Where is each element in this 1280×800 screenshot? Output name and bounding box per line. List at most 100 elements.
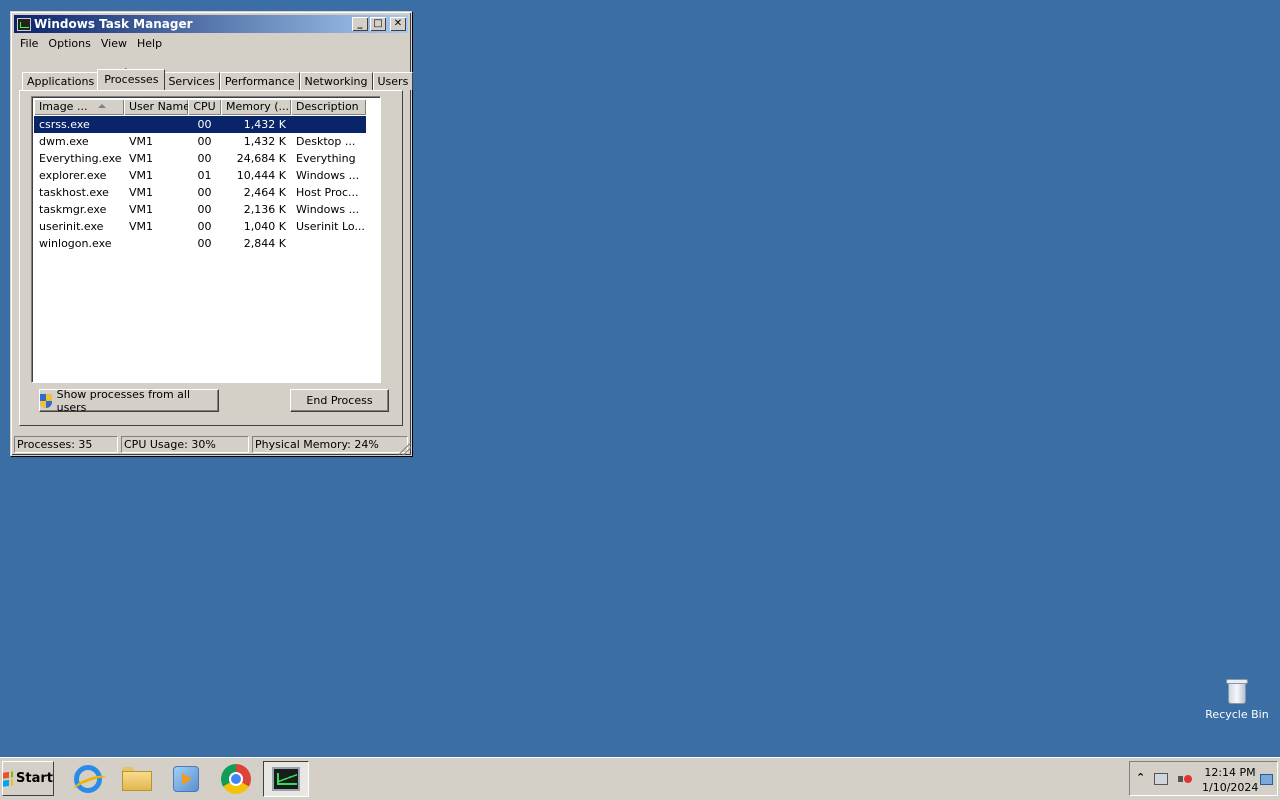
taskbar-file-explorer[interactable] [114,761,160,797]
tab-networking[interactable]: Networking [299,72,373,90]
title-bar[interactable]: Windows Task Manager _ □ ✕ [14,15,408,33]
cell-description: Userinit Lo... [296,220,365,233]
chrome-icon [221,764,251,794]
taskbar: Start ⌃ 12:14 PM 1/10/2024 [0,757,1280,800]
cell-description: Windows ... [296,203,360,216]
system-tray: ⌃ 12:14 PM 1/10/2024 [1129,761,1278,796]
taskbar-chrome[interactable] [213,761,259,797]
cell-memory: 1,040 K [243,220,286,233]
cell-memory: 10,444 K [236,169,286,182]
cell-cpu: 00 [197,203,212,216]
cell-user [124,116,188,133]
tab-users[interactable]: Users [372,72,414,90]
cell-memory: 24,684 K [236,152,286,165]
cell-description [291,235,366,252]
menu-bar: File Options View Help [15,34,167,52]
cell-image: csrss.exe [39,118,90,131]
column-memory[interactable]: Memory (... [221,99,291,115]
table-row[interactable]: taskhost.exe VM1 00 2,464 K Host Proc... [34,184,366,201]
cell-memory: 2,844 K [243,237,286,250]
window-title: Windows Task Manager [34,17,193,31]
show-all-processes-label: Show processes from all users [56,387,191,414]
tab-strip: Applications Processes Services Performa… [22,69,414,91]
minimize-button[interactable]: _ [352,17,368,31]
tab-performance[interactable]: Performance [219,72,300,90]
cell-user: VM1 [129,186,154,199]
cell-cpu: 00 [197,237,212,250]
recycle-bin-label: Recycle Bin [1205,708,1269,721]
menu-options[interactable]: Options [43,37,95,50]
cell-description [291,116,366,133]
column-image-name[interactable]: Image ... [34,99,124,115]
cell-memory: 2,136 K [243,203,286,216]
internet-explorer-icon [74,765,102,793]
cell-image: dwm.exe [39,135,89,148]
clock[interactable]: 12:14 PM 1/10/2024 [1202,765,1258,795]
column-user-name[interactable]: User Name [124,99,188,115]
cell-description: Windows ... [296,169,360,182]
close-button[interactable]: ✕ [390,17,406,31]
cell-user: VM1 [129,220,154,233]
table-row[interactable]: userinit.exe VM1 00 1,040 K Userinit Lo.… [34,218,366,235]
table-row[interactable]: taskmgr.exe VM1 00 2,136 K Windows ... [34,201,366,218]
process-list-header: Image ... User Name CPU Memory (... Desc… [34,99,366,115]
network-icon[interactable] [1154,773,1168,785]
cell-user: VM1 [129,203,154,216]
end-process-button[interactable]: End Process [290,389,389,412]
cell-image: winlogon.exe [39,237,112,250]
menu-file[interactable]: File [15,37,43,50]
tab-applications[interactable]: Applications [22,72,100,90]
cell-user: VM1 [129,169,154,182]
clock-time: 12:14 PM [1204,766,1256,779]
recycle-bin[interactable]: Recycle Bin [1201,678,1273,721]
task-manager-window: Windows Task Manager _ □ ✕ File Options … [10,11,414,456]
cell-memory: 1,432 K [243,118,286,131]
sort-ascending-icon [98,104,106,108]
table-row[interactable]: dwm.exe VM1 00 1,432 K Desktop ... [34,133,366,150]
cell-memory: 2,464 K [243,186,286,199]
resize-grip-icon[interactable] [399,443,411,455]
task-manager-icon [272,767,300,791]
menu-view[interactable]: View [96,37,132,50]
column-image-name-label: Image ... [39,100,88,113]
taskbar-media-player[interactable] [163,761,209,797]
cell-user: VM1 [129,152,154,165]
task-manager-icon [17,17,31,31]
start-button[interactable]: Start [2,761,54,796]
cell-user: VM1 [129,135,154,148]
media-player-icon [173,766,199,792]
menu-help[interactable]: Help [132,37,167,50]
status-physical-memory: Physical Memory: 24% [252,436,408,453]
cell-cpu: 00 [197,118,212,131]
maximize-button[interactable]: □ [370,17,386,31]
status-processes: Processes: 35 [14,436,118,453]
clock-date: 1/10/2024 [1202,781,1259,794]
taskbar-internet-explorer[interactable] [65,761,111,797]
cell-image: userinit.exe [39,220,104,233]
table-row[interactable]: csrss.exe 00 1,432 K [34,116,366,133]
cell-description: Desktop ... [296,135,356,148]
taskbar-task-manager[interactable] [263,761,309,797]
show-hidden-icons-icon[interactable]: ⌃ [1136,771,1145,784]
column-cpu[interactable]: CPU [188,99,221,115]
recycle-bin-icon [1226,678,1248,704]
cell-image: explorer.exe [39,169,107,182]
tab-services[interactable]: Services [163,72,220,90]
table-row[interactable]: winlogon.exe 00 2,844 K [34,235,366,252]
start-label: Start [16,771,53,786]
process-list[interactable]: Image ... User Name CPU Memory (... Desc… [31,96,381,383]
column-description[interactable]: Description [291,99,366,115]
status-bar: Processes: 35 CPU Usage: 30% Physical Me… [14,436,408,453]
cell-user [124,235,188,252]
show-desktop-icon[interactable] [1260,774,1273,785]
table-row[interactable]: Everything.exe VM1 00 24,684 K Everythin… [34,150,366,167]
cell-image: taskhost.exe [39,186,109,199]
tab-processes[interactable]: Processes [97,69,166,90]
cell-cpu: 00 [197,186,212,199]
table-row[interactable]: explorer.exe VM1 01 10,444 K Windows ... [34,167,366,184]
show-all-processes-button[interactable]: Show processes from all users [39,387,219,414]
cell-image: Everything.exe [39,152,122,165]
status-cpu-usage: CPU Usage: 30% [121,436,249,453]
volume-muted-icon[interactable] [1178,772,1192,786]
cell-memory: 1,432 K [243,135,286,148]
